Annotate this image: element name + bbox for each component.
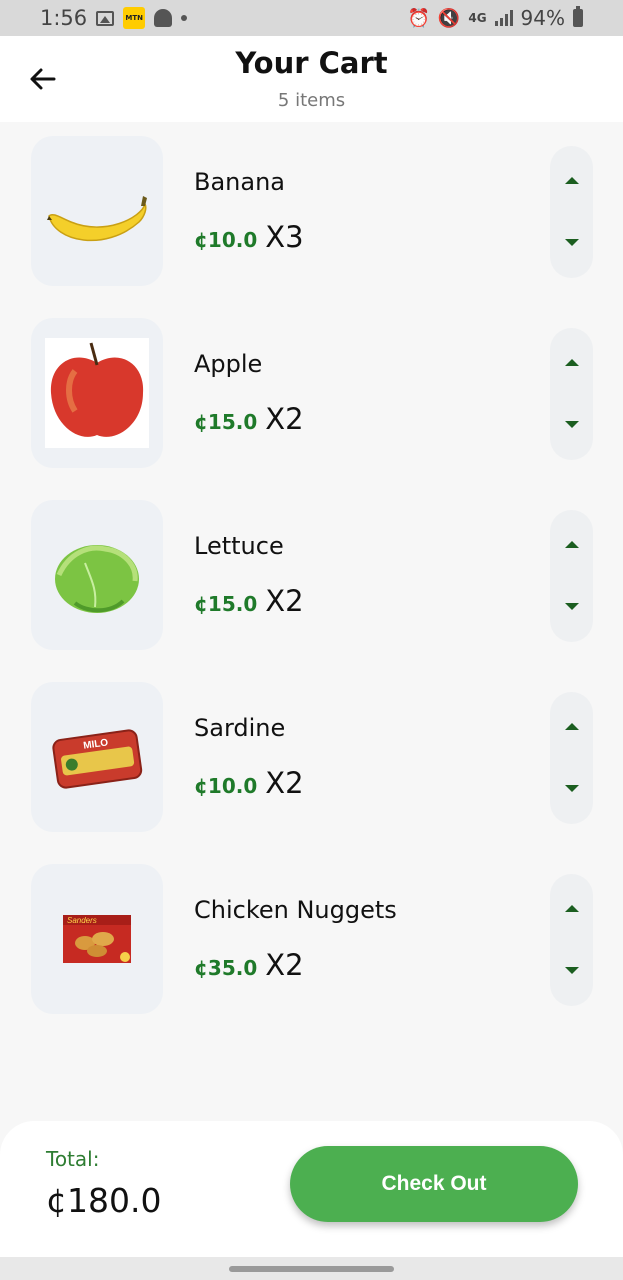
price-row: ¢10.0 X3 [194, 220, 304, 254]
decrease-quantity-button[interactable] [550, 222, 593, 262]
status-bar: 1:56 MTN ⏰ 🔇 4G 94% [0, 0, 623, 36]
decrease-quantity-button[interactable] [550, 950, 593, 990]
arrow-up-icon [564, 722, 579, 730]
app-header: Your Cart 5 items [0, 36, 623, 122]
status-time: 1:56 [40, 6, 88, 30]
mute-icon: 🔇 [437, 7, 461, 29]
mtn-app-icon: MTN [123, 7, 146, 29]
alarm-icon: ⏰ [407, 7, 430, 29]
product-quantity: X2 [265, 402, 304, 436]
status-right: ⏰ 🔇 4G 94% [407, 6, 583, 30]
price-row: ¢10.0 X2 [194, 766, 304, 800]
snapchat-notification-icon [154, 9, 173, 27]
quantity-stepper [550, 328, 593, 460]
cart-item: Banana ¢10.0 X3 [0, 122, 623, 286]
product-name: Sardine [194, 714, 286, 742]
price-row: ¢15.0 X2 [194, 584, 304, 618]
page-title: Your Cart [235, 46, 388, 80]
total-amount: ¢180.0 [46, 1181, 162, 1220]
sardine-can-image: MILO [52, 729, 143, 789]
product-thumbnail[interactable] [31, 136, 163, 286]
product-thumbnail[interactable]: Sanders [31, 864, 163, 1014]
battery-percent: 94% [520, 6, 565, 30]
product-name: Banana [194, 168, 286, 196]
checkout-button[interactable]: Check Out [290, 1146, 578, 1222]
battery-icon [573, 6, 583, 27]
cart-item: Lettuce ¢15.0 X2 [0, 486, 623, 650]
quantity-stepper [550, 692, 593, 824]
price-row: ¢15.0 X2 [194, 402, 304, 436]
status-left: 1:56 MTN [40, 6, 188, 30]
arrow-down-icon [564, 420, 579, 428]
increase-quantity-button[interactable] [550, 524, 593, 564]
increase-quantity-button[interactable] [550, 888, 593, 928]
product-thumbnail[interactable] [31, 500, 163, 650]
nuggets-box-image: Sanders [63, 915, 131, 963]
quantity-stepper [550, 510, 593, 642]
home-gesture-pill[interactable] [229, 1266, 394, 1272]
decrease-quantity-button[interactable] [550, 768, 593, 808]
arrow-down-icon [564, 602, 579, 610]
increase-quantity-button[interactable] [550, 160, 593, 200]
lettuce-image [55, 545, 139, 613]
system-nav-bar [0, 1257, 623, 1280]
product-quantity: X2 [265, 584, 304, 618]
decrease-quantity-button[interactable] [550, 404, 593, 444]
product-quantity: X3 [265, 220, 304, 254]
arrow-up-icon [564, 540, 579, 548]
arrow-up-icon [564, 176, 579, 184]
price-row: ¢35.0 X2 [194, 948, 304, 982]
apple-image [50, 342, 144, 437]
cart-item: MILO Sardine ¢10.0 X2 [0, 668, 623, 832]
more-notifications-icon [181, 15, 188, 21]
arrow-up-icon [564, 358, 579, 366]
product-thumbnail[interactable]: MILO [31, 682, 163, 832]
product-quantity: X2 [265, 948, 304, 982]
total-label: Total: [46, 1147, 100, 1171]
quantity-stepper [550, 874, 593, 1006]
nuggets-brand-text: Sanders [67, 916, 97, 925]
product-price: ¢15.0 [194, 592, 258, 616]
arrow-down-icon [564, 966, 579, 974]
product-price: ¢15.0 [194, 410, 258, 434]
product-name: Apple [194, 350, 263, 378]
increase-quantity-button[interactable] [550, 706, 593, 746]
cart-item: Sanders Chicken Nuggets ¢35.0 X2 [0, 850, 623, 1014]
product-quantity: X2 [265, 766, 304, 800]
decrease-quantity-button[interactable] [550, 586, 593, 626]
arrow-down-icon [564, 784, 579, 792]
checkout-bar: Total: ¢180.0 Check Out [0, 1121, 623, 1257]
quantity-stepper [550, 146, 593, 278]
banana-image [47, 196, 147, 242]
network-type: 4G [468, 11, 487, 25]
product-price: ¢35.0 [194, 956, 258, 980]
product-name: Lettuce [194, 532, 284, 560]
gallery-notification-icon [96, 10, 115, 26]
product-thumbnail[interactable] [31, 318, 163, 468]
item-count: 5 items [277, 90, 346, 111]
cart-item: Apple ¢15.0 X2 [0, 304, 623, 468]
increase-quantity-button[interactable] [550, 342, 593, 382]
arrow-up-icon [564, 904, 579, 912]
signal-icon [494, 10, 513, 26]
product-price: ¢10.0 [194, 228, 258, 252]
product-price: ¢10.0 [194, 774, 258, 798]
arrow-down-icon [564, 238, 579, 246]
product-name: Chicken Nuggets [194, 896, 397, 924]
